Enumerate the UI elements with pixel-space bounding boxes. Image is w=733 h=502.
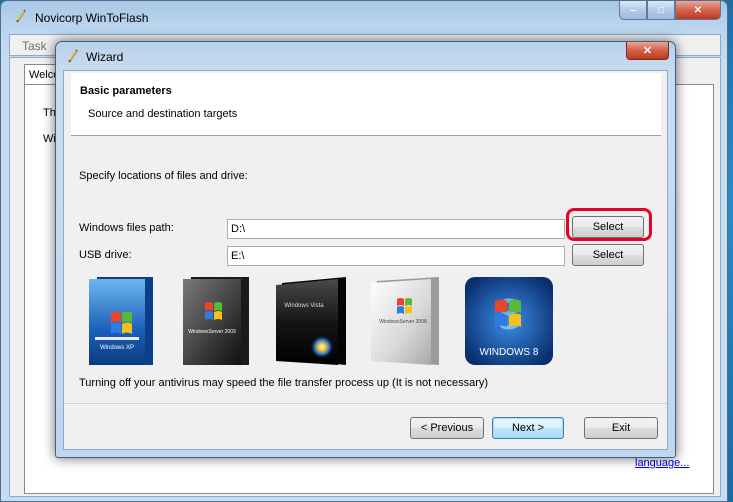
usb-drive-field[interactable]: E:\ — [227, 246, 565, 266]
wintoflash-app-icon — [16, 9, 26, 23]
minimize-button[interactable]: – — [619, 1, 647, 20]
close-icon: ✕ — [693, 4, 703, 16]
windows-path-field[interactable]: D:\ — [227, 219, 565, 239]
windows-server-2003-box: WindowsServer 2003 — [183, 277, 249, 365]
windows-8-logo: 8 WINDOWS 8 — [465, 277, 553, 365]
select-windows-path-button[interactable]: Select — [572, 216, 644, 238]
maximize-button[interactable]: □ — [647, 1, 675, 20]
antivirus-note: Turning off your antivirus may speed the… — [79, 377, 489, 389]
select-usb-drive-button[interactable]: Select — [572, 244, 644, 266]
windows-xp-box: Windows XP — [89, 277, 153, 365]
maximize-icon: □ — [657, 4, 665, 16]
wizard-header: Basic parameters Source and destination … — [71, 73, 661, 136]
windows-vista-box: Windows Vista — [276, 277, 346, 365]
svg-text:Windows XP: Windows XP — [100, 345, 134, 351]
next-button[interactable]: Next > — [492, 417, 564, 439]
wizard-header-subtitle: Source and destination targets — [88, 108, 238, 120]
main-window-title: Novicorp WinToFlash — [35, 11, 149, 25]
main-caption-buttons: – □ ✕ — [619, 1, 721, 20]
language-link[interactable]: language... — [635, 457, 689, 469]
svg-text:WindowsServer 2003: WindowsServer 2003 — [188, 329, 236, 335]
menu-task[interactable]: Task — [22, 39, 47, 53]
close-icon: ✕ — [642, 45, 653, 57]
windows-path-label: Windows files path: — [79, 222, 174, 234]
exit-button[interactable]: Exit — [584, 417, 658, 439]
wizard-client-area: Basic parameters Source and destination … — [63, 70, 668, 450]
main-titlebar[interactable]: Novicorp WinToFlash – □ ✕ — [1, 1, 727, 31]
wizard-close-button[interactable]: ✕ — [626, 42, 669, 60]
wizard-pencil-icon — [68, 49, 78, 63]
usb-drive-label: USB drive: — [79, 249, 132, 261]
svg-text:WindowsServer 2008: WindowsServer 2008 — [379, 319, 427, 325]
main-close-button[interactable]: ✕ — [675, 1, 721, 20]
svg-text:Windows Vista: Windows Vista — [284, 303, 324, 309]
wizard-titlebar[interactable]: Wizard ✕ — [56, 42, 675, 70]
footer-divider — [64, 403, 667, 404]
windows-server-2008-box: WindowsServer 2008 — [371, 277, 439, 365]
wizard-header-title: Basic parameters — [80, 85, 172, 97]
wizard-title: Wizard — [86, 50, 124, 64]
svg-text:WINDOWS 8: WINDOWS 8 — [480, 347, 539, 358]
instruction-text: Specify locations of files and drive: — [79, 170, 248, 182]
minimize-icon: – — [630, 4, 636, 16]
previous-button[interactable]: < Previous — [410, 417, 484, 439]
wizard-dialog: Wizard ✕ Basic parameters Source and des… — [55, 41, 676, 458]
